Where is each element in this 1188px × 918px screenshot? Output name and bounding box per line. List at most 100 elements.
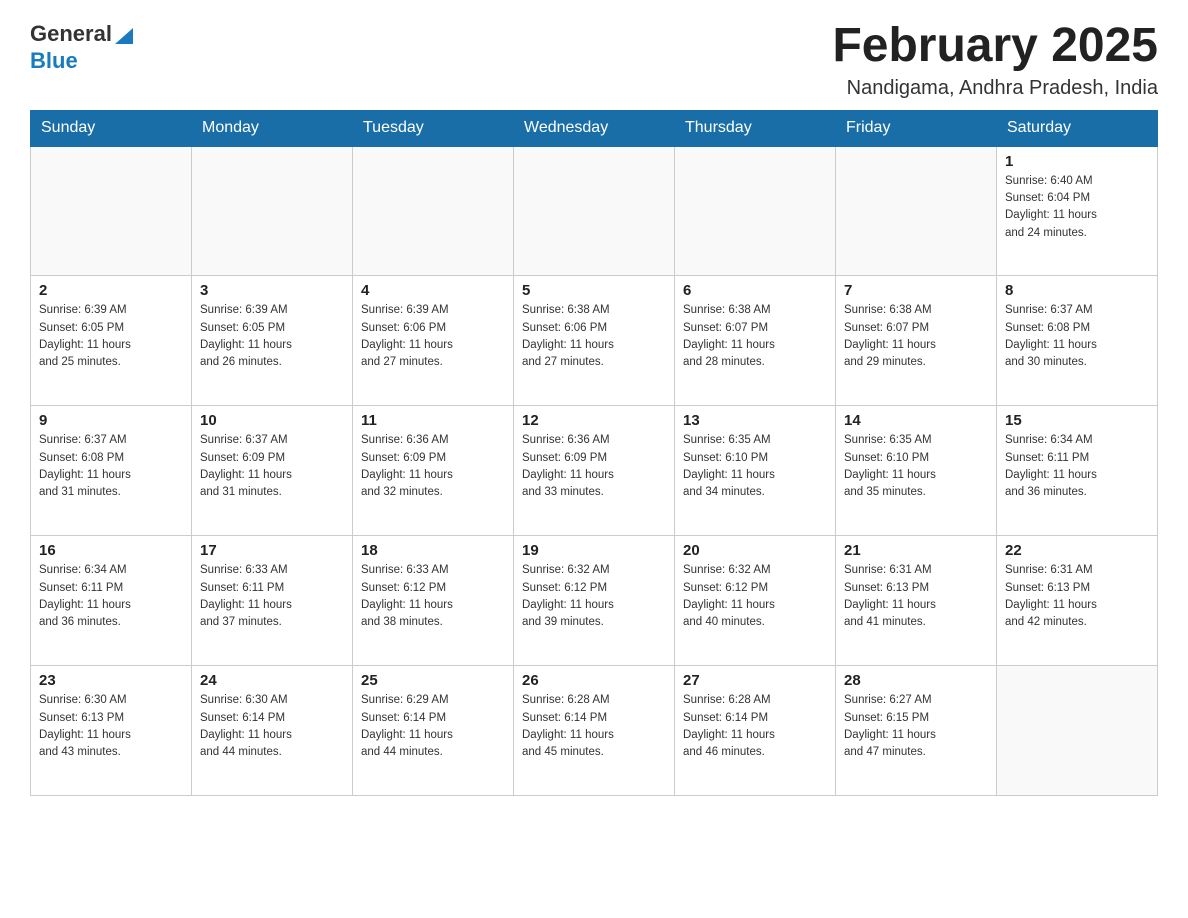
- calendar-table: SundayMondayTuesdayWednesdayThursdayFrid…: [30, 110, 1158, 797]
- calendar-cell: 13 Sunrise: 6:35 AMSunset: 6:10 PMDayligh…: [675, 406, 836, 536]
- day-info: Sunrise: 6:35 AMSunset: 6:10 PMDaylight:…: [683, 432, 827, 501]
- day-info: Sunrise: 6:39 AMSunset: 6:05 PMDaylight:…: [200, 302, 344, 371]
- day-number: 8: [1005, 282, 1149, 299]
- day-number: 25: [361, 672, 505, 689]
- calendar-cell: [192, 146, 353, 276]
- weekday-header-friday: Friday: [836, 110, 997, 146]
- weekday-header-monday: Monday: [192, 110, 353, 146]
- weekday-header-wednesday: Wednesday: [514, 110, 675, 146]
- day-info: Sunrise: 6:33 AMSunset: 6:11 PMDaylight:…: [200, 562, 344, 631]
- day-number: 20: [683, 542, 827, 559]
- calendar-cell: 4Sunrise: 6:39 AMSunset: 6:06 PMDaylight…: [353, 276, 514, 406]
- calendar-cell: 11 Sunrise: 6:36 AMSunset: 6:09 PMDayligh…: [353, 406, 514, 536]
- day-info: Sunrise: 6:39 AMSunset: 6:06 PMDaylight:…: [361, 302, 505, 371]
- logo-blue: Blue: [30, 49, 133, 73]
- calendar-cell: [836, 146, 997, 276]
- day-info: Sunrise: 6:37 AMSunset: 6:09 PMDaylight:…: [200, 432, 344, 501]
- day-number: 9: [39, 412, 183, 429]
- day-info: Sunrise: 6:31 AMSunset: 6:13 PMDaylight:…: [844, 562, 988, 631]
- calendar-cell: [353, 146, 514, 276]
- day-info: Sunrise: 6:37 AMSunset: 6:08 PMDaylight:…: [39, 432, 183, 501]
- calendar-cell: [514, 146, 675, 276]
- calendar-cell: 5 Sunrise: 6:38 AMSunset: 6:06 PMDaylight…: [514, 276, 675, 406]
- day-info: Sunrise: 6:31 AMSunset: 6:13 PMDaylight:…: [1005, 562, 1149, 631]
- day-number: 2: [39, 282, 183, 299]
- day-info: Sunrise: 6:28 AMSunset: 6:14 PMDaylight:…: [683, 692, 827, 761]
- day-number: 5: [522, 282, 666, 299]
- weekday-header-row: SundayMondayTuesdayWednesdayThursdayFrid…: [31, 110, 1158, 146]
- weekday-header-tuesday: Tuesday: [353, 110, 514, 146]
- day-number: 27: [683, 672, 827, 689]
- day-number: 6: [683, 282, 827, 299]
- day-number: 26: [522, 672, 666, 689]
- calendar-cell: 21 Sunrise: 6:31 AMSunset: 6:13 PMDayligh…: [836, 536, 997, 666]
- calendar-cell: 15 Sunrise: 6:34 AMSunset: 6:11 PMDayligh…: [997, 406, 1158, 536]
- day-number: 22: [1005, 542, 1149, 559]
- weekday-header-saturday: Saturday: [997, 110, 1158, 146]
- day-number: 24: [200, 672, 344, 689]
- calendar-cell: [31, 146, 192, 276]
- day-info: Sunrise: 6:33 AMSunset: 6:12 PMDaylight:…: [361, 562, 505, 631]
- calendar-cell: 17 Sunrise: 6:33 AMSunset: 6:11 PMDayligh…: [192, 536, 353, 666]
- day-number: 7: [844, 282, 988, 299]
- calendar-cell: 7 Sunrise: 6:38 AMSunset: 6:07 PMDaylight…: [836, 276, 997, 406]
- page-header: General Blue February 2025 Nandigama, An…: [30, 20, 1158, 100]
- day-info: Sunrise: 6:39 AMSunset: 6:05 PMDaylight:…: [39, 302, 183, 371]
- calendar-cell: 18 Sunrise: 6:33 AMSunset: 6:12 PMDayligh…: [353, 536, 514, 666]
- calendar-week-row-3: 9 Sunrise: 6:37 AMSunset: 6:08 PMDaylight…: [31, 406, 1158, 536]
- day-number: 15: [1005, 412, 1149, 429]
- calendar-cell: 1 Sunrise: 6:40 AMSunset: 6:04 PMDaylight…: [997, 146, 1158, 276]
- day-info: Sunrise: 6:40 AMSunset: 6:04 PMDaylight:…: [1005, 173, 1149, 242]
- day-number: 18: [361, 542, 505, 559]
- day-info: Sunrise: 6:36 AMSunset: 6:09 PMDaylight:…: [361, 432, 505, 501]
- day-info: Sunrise: 6:37 AMSunset: 6:08 PMDaylight:…: [1005, 302, 1149, 371]
- calendar-cell: 12 Sunrise: 6:36 AMSunset: 6:09 PMDayligh…: [514, 406, 675, 536]
- day-number: 16: [39, 542, 183, 559]
- calendar-cell: 19Sunrise: 6:32 AMSunset: 6:12 PMDayligh…: [514, 536, 675, 666]
- location: Nandigama, Andhra Pradesh, India: [832, 77, 1158, 100]
- day-info: Sunrise: 6:38 AMSunset: 6:06 PMDaylight:…: [522, 302, 666, 371]
- day-info: Sunrise: 6:34 AMSunset: 6:11 PMDaylight:…: [39, 562, 183, 631]
- calendar-cell: 6Sunrise: 6:38 AMSunset: 6:07 PMDaylight…: [675, 276, 836, 406]
- weekday-header-thursday: Thursday: [675, 110, 836, 146]
- day-number: 12: [522, 412, 666, 429]
- calendar-cell: 28 Sunrise: 6:27 AMSunset: 6:15 PMDayligh…: [836, 666, 997, 796]
- day-number: 3: [200, 282, 344, 299]
- calendar-cell: [997, 666, 1158, 796]
- day-info: Sunrise: 6:27 AMSunset: 6:15 PMDaylight:…: [844, 692, 988, 761]
- day-number: 28: [844, 672, 988, 689]
- day-number: 10: [200, 412, 344, 429]
- day-info: Sunrise: 6:35 AMSunset: 6:10 PMDaylight:…: [844, 432, 988, 501]
- day-number: 21: [844, 542, 988, 559]
- day-number: 23: [39, 672, 183, 689]
- calendar-cell: [675, 146, 836, 276]
- day-number: 19: [522, 542, 666, 559]
- logo: General Blue: [30, 20, 133, 73]
- calendar-cell: 14 Sunrise: 6:35 AMSunset: 6:10 PMDayligh…: [836, 406, 997, 536]
- day-number: 13: [683, 412, 827, 429]
- logo-triangle-icon: [115, 24, 133, 44]
- calendar-cell: 2 Sunrise: 6:39 AMSunset: 6:05 PMDaylight…: [31, 276, 192, 406]
- day-number: 1: [1005, 153, 1149, 170]
- day-info: Sunrise: 6:30 AMSunset: 6:14 PMDaylight:…: [200, 692, 344, 761]
- day-info: Sunrise: 6:34 AMSunset: 6:11 PMDaylight:…: [1005, 432, 1149, 501]
- calendar-cell: 27 Sunrise: 6:28 AMSunset: 6:14 PMDayligh…: [675, 666, 836, 796]
- calendar-week-row-5: 23 Sunrise: 6:30 AMSunset: 6:13 PMDayligh…: [31, 666, 1158, 796]
- calendar-cell: 20Sunrise: 6:32 AMSunset: 6:12 PMDayligh…: [675, 536, 836, 666]
- day-number: 11: [361, 412, 505, 429]
- calendar-cell: 10 Sunrise: 6:37 AMSunset: 6:09 PMDayligh…: [192, 406, 353, 536]
- calendar-cell: 23 Sunrise: 6:30 AMSunset: 6:13 PMDayligh…: [31, 666, 192, 796]
- day-number: 17: [200, 542, 344, 559]
- day-info: Sunrise: 6:38 AMSunset: 6:07 PMDaylight:…: [844, 302, 988, 371]
- calendar-week-row-2: 2 Sunrise: 6:39 AMSunset: 6:05 PMDaylight…: [31, 276, 1158, 406]
- calendar-cell: 9 Sunrise: 6:37 AMSunset: 6:08 PMDaylight…: [31, 406, 192, 536]
- calendar-cell: 8 Sunrise: 6:37 AMSunset: 6:08 PMDaylight…: [997, 276, 1158, 406]
- calendar-cell: 24 Sunrise: 6:30 AMSunset: 6:14 PMDayligh…: [192, 666, 353, 796]
- calendar-week-row-4: 16 Sunrise: 6:34 AMSunset: 6:11 PMDayligh…: [31, 536, 1158, 666]
- month-title: February 2025: [832, 20, 1158, 73]
- calendar-week-row-1: 1 Sunrise: 6:40 AMSunset: 6:04 PMDaylight…: [31, 146, 1158, 276]
- day-info: Sunrise: 6:30 AMSunset: 6:13 PMDaylight:…: [39, 692, 183, 761]
- day-number: 14: [844, 412, 988, 429]
- calendar-cell: 22 Sunrise: 6:31 AMSunset: 6:13 PMDayligh…: [997, 536, 1158, 666]
- day-info: Sunrise: 6:36 AMSunset: 6:09 PMDaylight:…: [522, 432, 666, 501]
